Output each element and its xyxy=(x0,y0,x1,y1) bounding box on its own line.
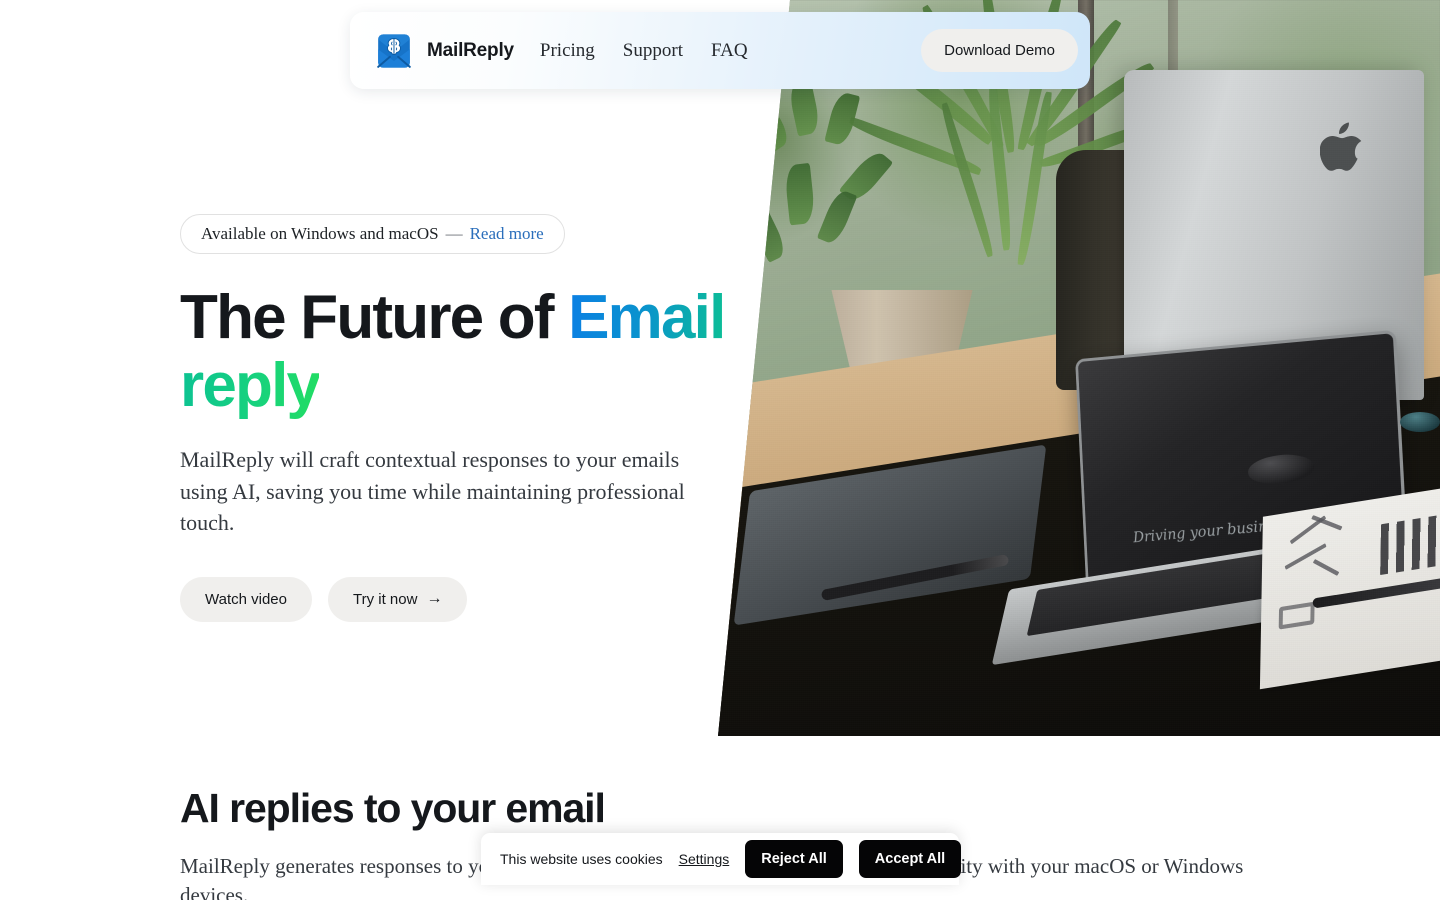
hero-subtitle: MailReply will craft contextual response… xyxy=(180,447,685,536)
nav-links: Pricing Support FAQ xyxy=(540,40,748,62)
page-title: The Future of Email reply xyxy=(180,283,726,421)
availability-badge-text: Available on Windows and macOS xyxy=(201,224,439,243)
hero-title-plain: The Future of xyxy=(180,283,569,352)
cookie-settings-button[interactable]: Settings xyxy=(679,851,730,867)
availability-badge: Available on Windows and macOS — Read mo… xyxy=(180,214,565,254)
hero-title-accent-reply: reply xyxy=(180,351,321,421)
watch-video-button[interactable]: Watch video xyxy=(180,576,312,622)
try-it-now-button[interactable]: Try it now → xyxy=(327,576,468,622)
window-figurine xyxy=(740,184,762,226)
cookie-message: This website uses cookies xyxy=(500,851,663,867)
download-demo-button[interactable]: Download Demo xyxy=(921,29,1078,72)
try-it-now-label: Try it now xyxy=(352,590,418,608)
read-more-link[interactable]: Read more xyxy=(470,224,544,244)
nav-link-support[interactable]: Support xyxy=(623,40,683,62)
nav-link-faq[interactable]: FAQ xyxy=(711,40,748,62)
brand[interactable]: MailReply xyxy=(374,31,514,71)
small-object xyxy=(1400,412,1440,432)
watch-video-label: Watch video xyxy=(205,590,287,608)
hero-buttons: Watch video Try it now → xyxy=(180,576,725,622)
cookie-reject-all-button[interactable]: Reject All xyxy=(745,840,843,878)
nav-link-pricing[interactable]: Pricing xyxy=(540,40,595,62)
top-navbar: MailReply Pricing Support FAQ Download D… xyxy=(350,12,1090,89)
cookie-consent-banner: This website uses cookies Settings Rejec… xyxy=(481,833,962,885)
hero-content: Available on Windows and macOS — Read mo… xyxy=(180,214,726,622)
envelope-brain-icon xyxy=(377,33,411,68)
features-section-title: AI replies to your email xyxy=(180,785,606,831)
hero-title-accent-email: Email xyxy=(568,283,726,352)
hero-photo: Driving your business xyxy=(718,0,1440,736)
cookie-accept-all-button[interactable]: Accept All xyxy=(858,840,962,878)
hero-image: Driving your business xyxy=(718,0,1440,736)
landing-page: Driving your business MailReply Pricing … xyxy=(0,0,1440,900)
brand-name: MailReply xyxy=(427,39,514,61)
availability-badge-separator: — xyxy=(445,224,463,243)
arrow-right-icon: → xyxy=(426,590,443,608)
apple-logo-icon xyxy=(1320,122,1362,171)
